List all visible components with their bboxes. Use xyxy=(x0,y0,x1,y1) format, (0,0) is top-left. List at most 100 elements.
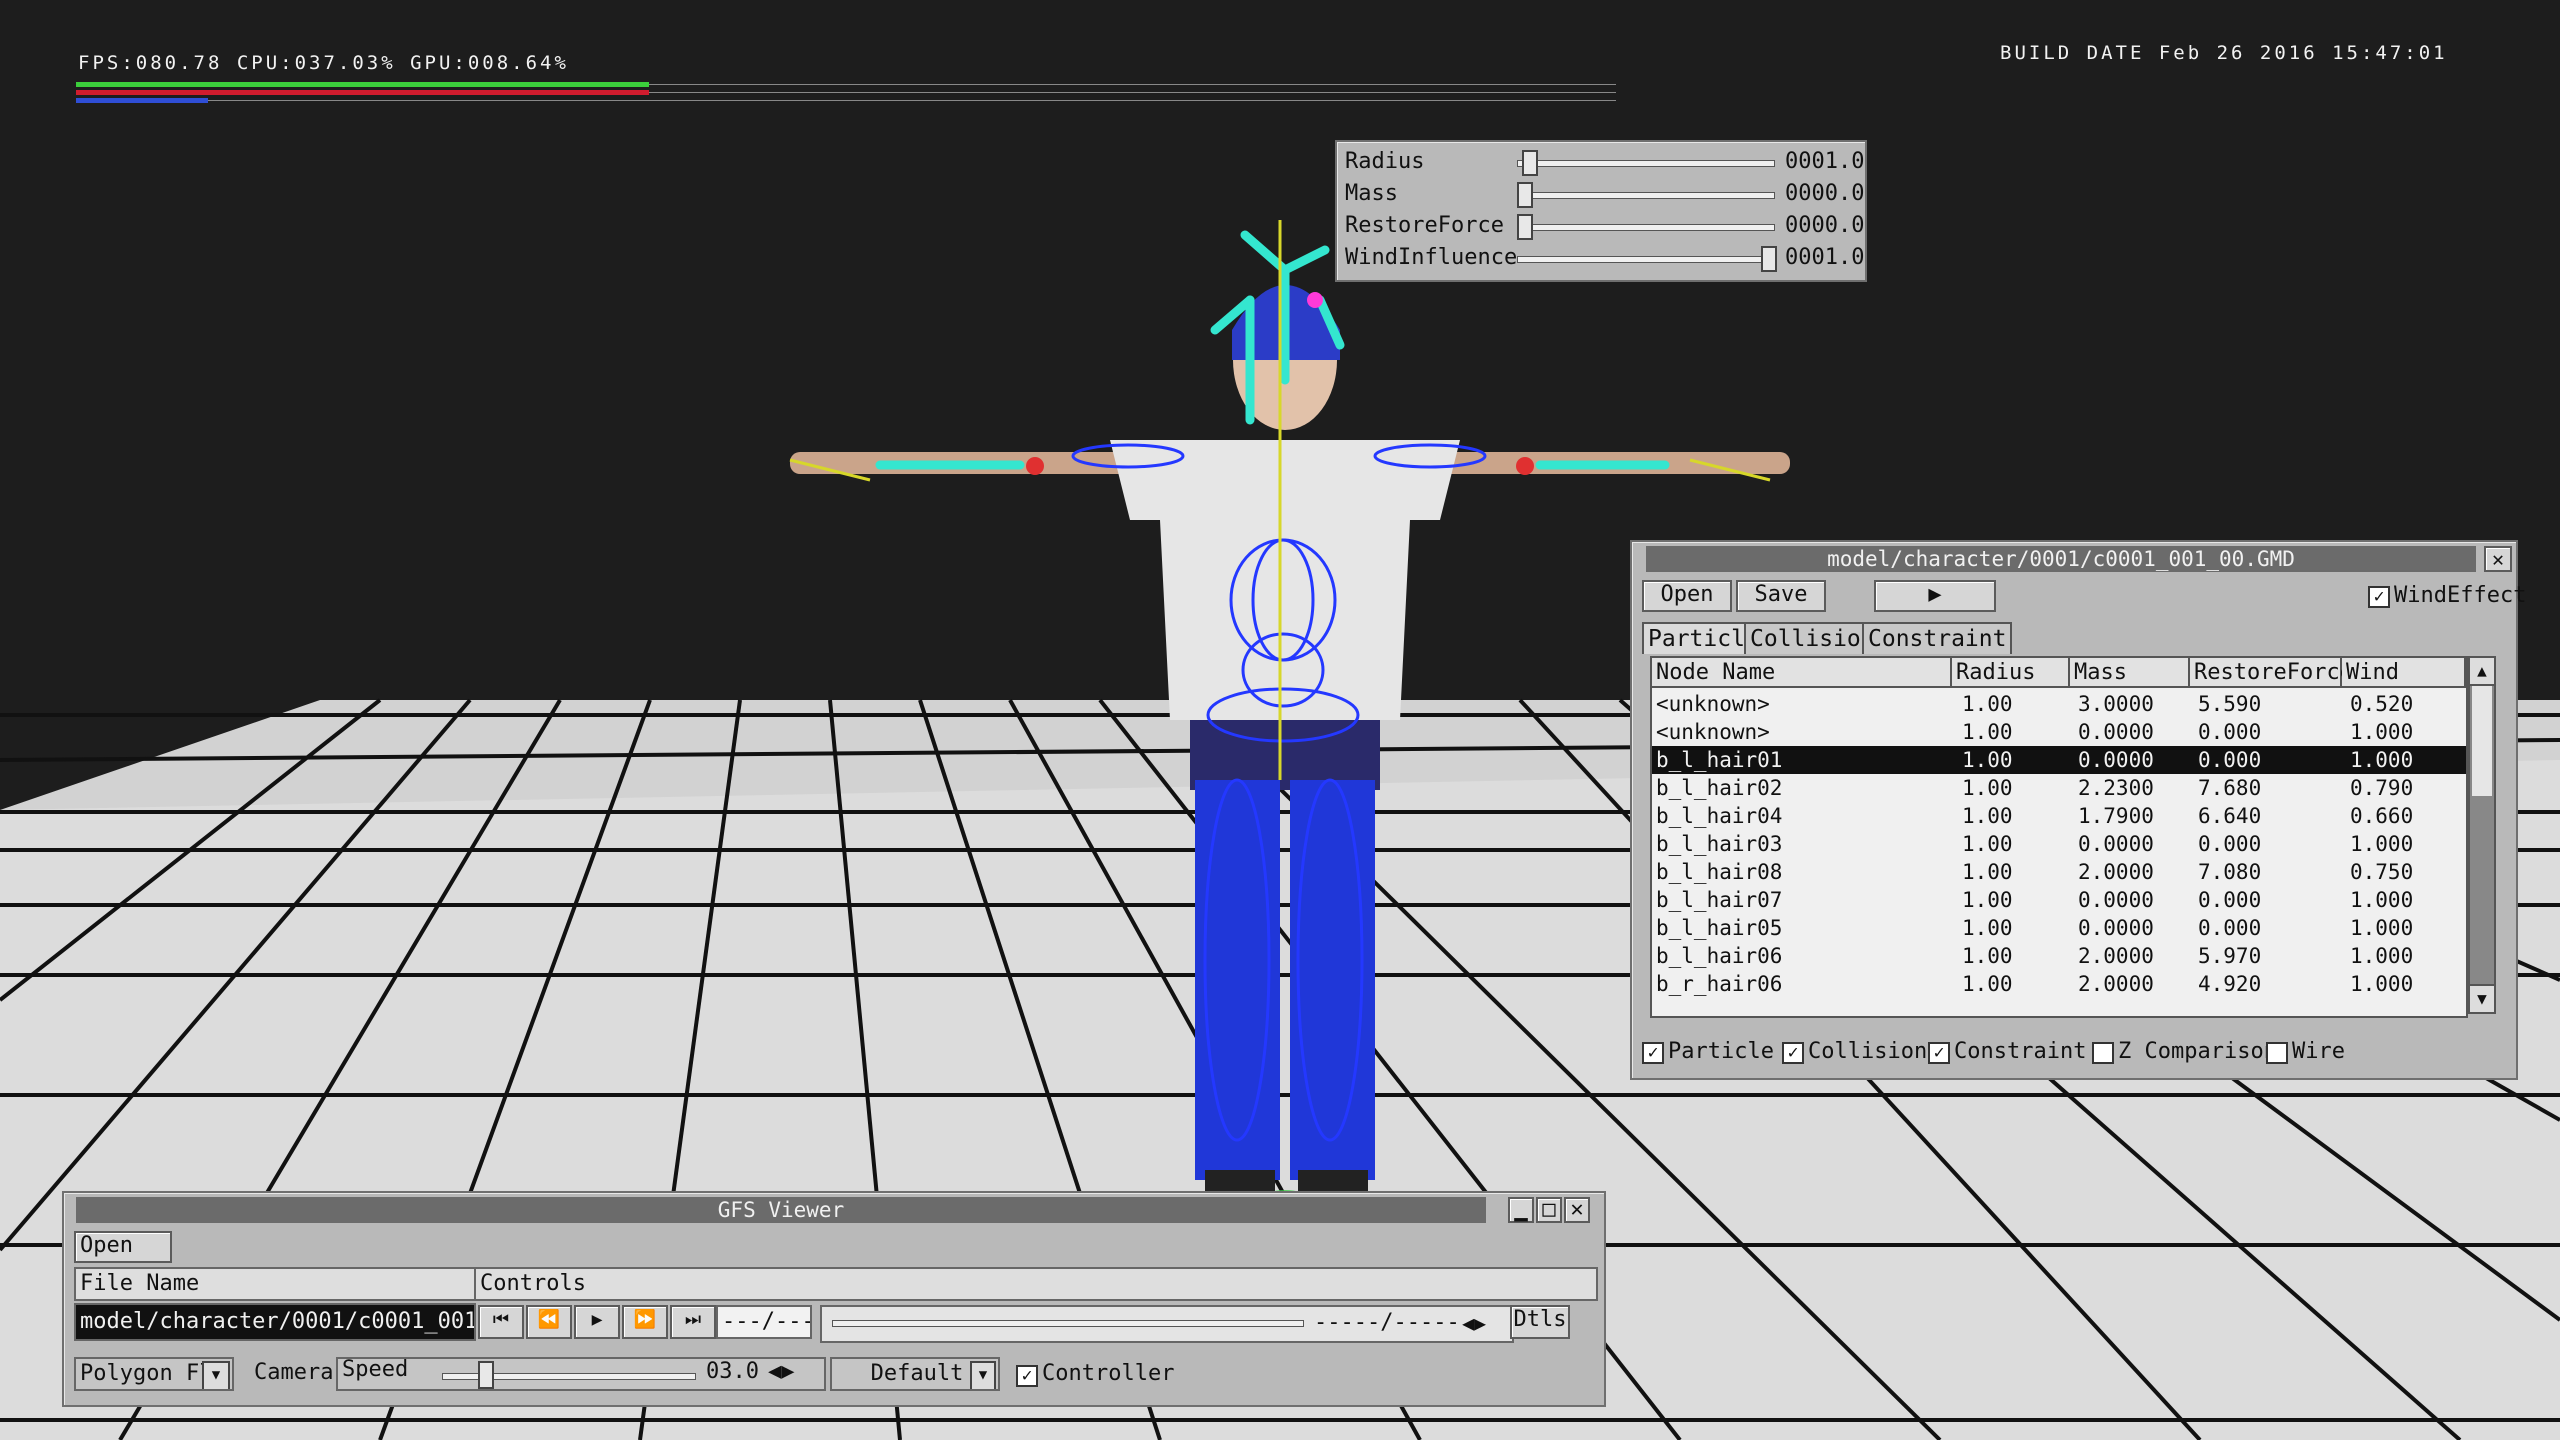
table-cell: 5.970 xyxy=(2198,944,2262,968)
table-cell: 0.000 xyxy=(2198,748,2262,772)
polygon-fill-dropdown[interactable]: Polygon Fl ▼ xyxy=(74,1357,234,1391)
table-row[interactable]: b_l_hair04 1.00 1.7900 6.640 0.660 xyxy=(1652,802,2466,830)
frame-bar-green xyxy=(76,82,649,87)
scroll-up-arrow[interactable]: ▲ xyxy=(2470,658,2494,686)
table-cell: 1.000 xyxy=(2350,944,2414,968)
table-cell: 0.000 xyxy=(2198,720,2262,744)
play-button[interactable]: ▶ xyxy=(1874,580,1996,612)
table-cell: b_l_hair01 xyxy=(1656,748,1783,772)
dtls-button[interactable]: Dtls xyxy=(1510,1305,1570,1339)
table-row[interactable]: <unknown> 1.00 0.0000 0.000 1.000 xyxy=(1652,718,2466,746)
table-cell: 6.640 xyxy=(2198,804,2262,828)
gfs-viewer-title: GFS Viewer xyxy=(76,1197,1486,1223)
param-value: 0001.0 xyxy=(1785,149,1865,174)
table-cell: b_l_hair02 xyxy=(1656,776,1783,800)
speed-step-icons[interactable]: ◀▶ xyxy=(768,1359,795,1387)
table-row[interactable]: b_l_hair01 1.00 0.0000 0.000 1.000 xyxy=(1652,746,2466,774)
table-cell: 3.0000 xyxy=(2078,692,2154,716)
param-slider[interactable] xyxy=(1517,212,1775,242)
display-toggle-label: Particle xyxy=(1668,1039,1774,1064)
display-toggle-checkbox[interactable]: ✓ xyxy=(1928,1042,1950,1064)
display-toggle-checkbox[interactable]: ✓ xyxy=(1782,1042,1804,1064)
param-row: Mass 0000.0 xyxy=(1337,180,1865,210)
open-button[interactable]: Open xyxy=(74,1231,172,1263)
table-cell: 0.790 xyxy=(2350,776,2414,800)
minimize-button[interactable]: ▁ xyxy=(1508,1197,1534,1223)
col-node-name[interactable]: Node Name xyxy=(1652,658,1952,688)
table-row[interactable]: b_l_hair06 1.00 2.0000 5.970 1.000 xyxy=(1652,942,2466,970)
table-cell: 0.0000 xyxy=(2078,748,2154,772)
table-row[interactable]: b_l_hair07 1.00 0.0000 0.000 1.000 xyxy=(1652,886,2466,914)
play-icon[interactable]: ▶ xyxy=(574,1305,620,1339)
particle-table[interactable]: Node Name Radius Mass RestoreForce Wind … xyxy=(1650,656,2468,1018)
model-physics-window: model/character/0001/c0001_001_00.GMD ✕ … xyxy=(1630,540,2526,1080)
display-toggle-checkbox[interactable]: ✓ xyxy=(1642,1042,1664,1064)
display-toggle-checkbox[interactable] xyxy=(2266,1042,2288,1064)
polygon-fill-label: Polygon Fl xyxy=(80,1361,213,1386)
scroll-thumb[interactable] xyxy=(2472,686,2492,796)
table-cell: 1.00 xyxy=(1962,776,2013,800)
tab-constraint[interactable]: Constraint xyxy=(1862,622,2013,654)
display-toggle-checkbox[interactable] xyxy=(2092,1042,2114,1064)
chevron-down-icon: ▼ xyxy=(970,1361,996,1389)
table-row[interactable]: b_l_hair02 1.00 2.2300 7.680 0.790 xyxy=(1652,774,2466,802)
col-restore-force[interactable]: RestoreForce xyxy=(2190,658,2353,688)
open-button[interactable]: Open xyxy=(1642,580,1732,612)
file-path-field[interactable]: model/character/0001/c0001_001_00 xyxy=(74,1303,476,1341)
param-slider-thumb[interactable] xyxy=(1522,150,1538,176)
table-cell: 1.00 xyxy=(1962,692,2013,716)
param-slider[interactable] xyxy=(1517,148,1775,178)
scroll-down-arrow[interactable]: ▼ xyxy=(2470,984,2494,1012)
table-row[interactable]: b_l_hair03 1.00 0.0000 0.000 1.000 xyxy=(1652,830,2466,858)
close-button[interactable]: ✕ xyxy=(1564,1197,1590,1223)
param-slider[interactable] xyxy=(1517,180,1775,210)
table-cell: 1.000 xyxy=(2350,720,2414,744)
skip-start-icon[interactable]: ⏮ xyxy=(478,1305,524,1339)
param-value: 0000.0 xyxy=(1785,181,1865,206)
col-wind[interactable]: Wind xyxy=(2342,658,2466,688)
table-row[interactable]: b_r_hair06 1.00 2.0000 4.920 1.000 xyxy=(1652,970,2466,998)
table-cell: 1.000 xyxy=(2350,916,2414,940)
frame-bar-blue xyxy=(76,98,208,103)
table-cell: 1.000 xyxy=(2350,972,2414,996)
timeline-slider[interactable]: -----/----- ◀▶ xyxy=(820,1305,1514,1343)
col-radius[interactable]: Radius xyxy=(1952,658,2070,688)
table-cell: 0.000 xyxy=(2198,916,2262,940)
controls-header: Controls xyxy=(474,1267,1598,1301)
param-slider-thumb[interactable] xyxy=(1517,214,1533,240)
skip-end-icon[interactable]: ⏭ xyxy=(670,1305,716,1339)
default-dropdown[interactable]: Default ▼ xyxy=(830,1357,1000,1391)
step-forward-icon[interactable]: ⏩ xyxy=(622,1305,668,1339)
col-mass[interactable]: Mass xyxy=(2070,658,2190,688)
table-cell: 1.00 xyxy=(1962,916,2013,940)
timeline-step-icons[interactable]: ◀▶ xyxy=(1462,1309,1486,1337)
controller-label: Controller xyxy=(1042,1361,1175,1386)
param-slider-thumb[interactable] xyxy=(1517,182,1533,208)
param-row: WindInfluence 0001.0 xyxy=(1337,244,1865,274)
table-row[interactable]: b_l_hair05 1.00 0.0000 0.000 1.000 xyxy=(1652,914,2466,942)
step-back-icon[interactable]: ⏪ xyxy=(526,1305,572,1339)
table-row[interactable]: <unknown> 1.00 3.0000 5.590 0.520 xyxy=(1652,690,2466,718)
table-row[interactable]: b_l_hair08 1.00 2.0000 7.080 0.750 xyxy=(1652,858,2466,886)
table-cell: 1.7900 xyxy=(2078,804,2154,828)
table-scrollbar[interactable]: ▲ ▼ xyxy=(2468,656,2496,1014)
table-cell: 0.000 xyxy=(2198,888,2262,912)
table-cell: 1.00 xyxy=(1962,720,2013,744)
param-slider[interactable] xyxy=(1517,244,1777,274)
camera-label: Camera xyxy=(254,1360,334,1385)
tab-collision[interactable]: Collision xyxy=(1744,622,1881,654)
close-button[interactable]: ✕ xyxy=(2484,546,2512,572)
table-cell: 0.750 xyxy=(2350,860,2414,884)
save-button[interactable]: Save xyxy=(1736,580,1826,612)
table-cell: 1.000 xyxy=(2350,748,2414,772)
speed-label: Speed xyxy=(342,1357,409,1382)
controller-checkbox[interactable]: ✓ xyxy=(1016,1365,1038,1387)
table-cell: 0.660 xyxy=(2350,804,2414,828)
param-slider-thumb[interactable] xyxy=(1761,246,1777,272)
physics-param-panel: Radius 0001.0 Mass 0000.0 RestoreForce 0… xyxy=(1335,140,1867,282)
speed-slider[interactable]: Speed 03.0 ◀▶ xyxy=(336,1357,826,1391)
table-cell: 2.0000 xyxy=(2078,860,2154,884)
build-date: BUILD DATE Feb 26 2016 15:47:01 xyxy=(2000,42,2448,64)
wind-effect-checkbox[interactable]: ✓ xyxy=(2368,586,2390,608)
maximize-button[interactable]: □ xyxy=(1536,1197,1562,1223)
